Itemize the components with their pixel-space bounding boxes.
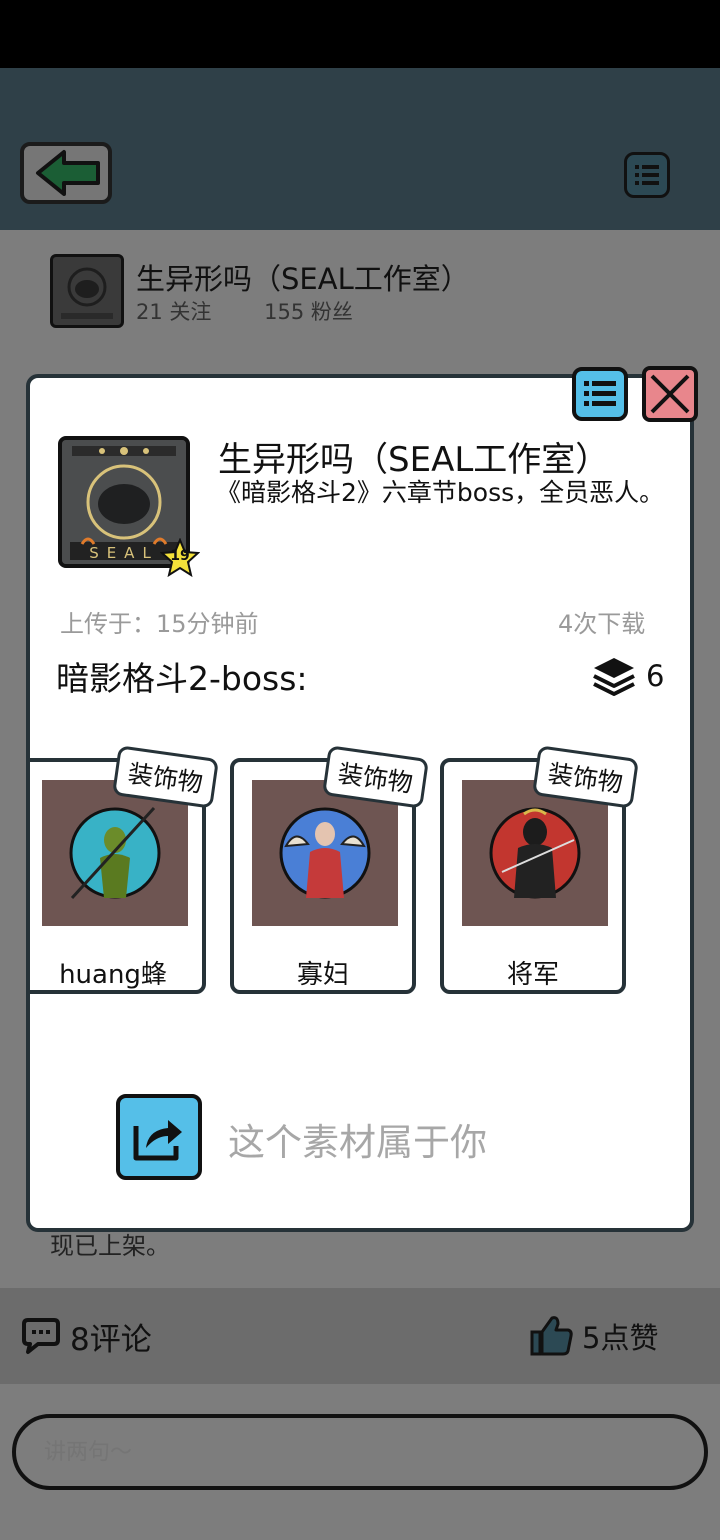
author-stats: 21 关注 155 粉丝 — [136, 296, 399, 326]
layers-icon — [593, 658, 635, 696]
close-button[interactable] — [642, 366, 698, 422]
material-title: 生异形吗（SEAL工作室） — [218, 440, 610, 480]
material-card[interactable]: 装饰物 将军 — [440, 745, 639, 994]
share-button[interactable] — [116, 1094, 202, 1180]
ownership-text: 这个素材属于你 — [228, 1121, 487, 1164]
comment-icon — [22, 1317, 60, 1354]
item-count: 6 — [592, 656, 664, 696]
material-card[interactable]: 装饰物 寡妇 — [230, 745, 429, 994]
dialog-menu-button[interactable] — [572, 367, 628, 421]
seal-logo-icon — [61, 267, 113, 319]
author-name[interactable]: 生异形吗（SEAL工作室） — [136, 256, 470, 298]
upload-time: 上传于：15分钟前 — [60, 610, 259, 638]
back-button[interactable] — [20, 142, 112, 204]
comment-input[interactable] — [12, 1414, 708, 1490]
collection-title: 暗影格斗2-boss: — [56, 659, 308, 698]
comments-button[interactable]: 8评论 — [20, 1314, 152, 1359]
followers-count[interactable]: 155 粉丝 — [264, 300, 353, 324]
material-card[interactable]: 装饰物 huang蜂 — [30, 745, 219, 994]
list-menu-icon — [635, 165, 659, 185]
card-name: 将军 — [506, 960, 559, 990]
card-name: 寡妇 — [296, 960, 349, 990]
level-badge: 19 — [160, 538, 200, 578]
download-count: 4次下载 — [558, 610, 646, 638]
material-detail-dialog: SEAL 19 生异形吗（SEAL工作室） 《暗影格斗2》六章节boss，全员恶… — [26, 374, 694, 1232]
card-name: huang蜂 — [59, 960, 167, 990]
likes-label: 5点赞 — [582, 1321, 659, 1355]
back-arrow-icon — [36, 150, 100, 196]
comments-label: 8评论 — [70, 1322, 152, 1358]
material-description: 《暗影格斗2》六章节boss，全员恶人。 — [216, 478, 665, 507]
share-icon — [133, 1120, 182, 1161]
close-icon — [650, 374, 690, 414]
like-button[interactable]: 5点赞 — [528, 1314, 658, 1358]
status-bar — [0, 0, 720, 68]
thumbs-up-icon — [530, 1316, 573, 1356]
item-count-value: 6 — [646, 659, 665, 693]
following-count[interactable]: 21 关注 — [136, 300, 211, 324]
menu-button[interactable] — [624, 152, 670, 198]
list-menu-icon — [584, 381, 616, 406]
author-avatar[interactable] — [50, 254, 124, 328]
level-number: 19 — [170, 548, 190, 564]
